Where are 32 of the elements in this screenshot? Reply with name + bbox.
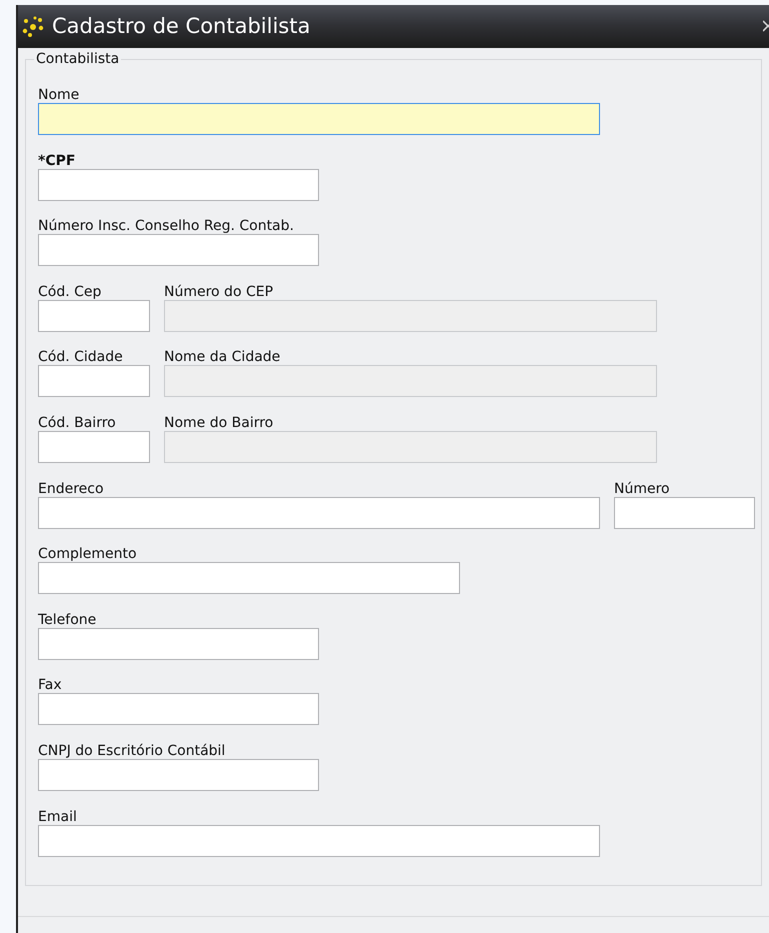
field-label: Email [38,808,78,826]
input-field[interactable] [38,103,600,135]
field-label: Nome da Cidade [164,348,282,366]
field-label: Cód. Cidade [38,348,124,366]
field-label: Complemento [38,545,138,564]
input-field[interactable] [38,365,150,398]
field-label: Número [614,480,671,498]
field-label: Nome do Bairro [164,414,274,432]
field-label: Nome [38,86,80,104]
field-label: CNPJ do Escritório Contábil [38,742,226,760]
window-title: Cadastro de Contabilista [52,12,310,40]
input-field[interactable] [38,693,319,726]
field-label: Número Insc. Conselho Reg. Contab. [38,217,295,236]
field-label: Número do CEP [164,282,274,301]
input-field[interactable] [38,824,600,857]
input-field[interactable] [38,168,319,201]
field-label: *CPF [38,152,76,170]
close-icon[interactable] [763,20,769,32]
input-field[interactable] [614,496,755,529]
field-label: Cód. Bairro [38,414,117,432]
input-field[interactable] [38,430,150,463]
input-field[interactable] [38,758,319,791]
input-field[interactable] [38,628,319,660]
sparkle-logo-icon [20,14,46,38]
field-label: Endereco [38,480,105,498]
input-field[interactable] [38,234,319,266]
input-field[interactable] [38,300,150,332]
input-field[interactable] [38,496,600,529]
field-label: Telefone [38,610,98,629]
input-field[interactable] [38,562,460,594]
field-label: Fax [38,676,63,694]
field-label: Cód. Cep [38,282,102,301]
